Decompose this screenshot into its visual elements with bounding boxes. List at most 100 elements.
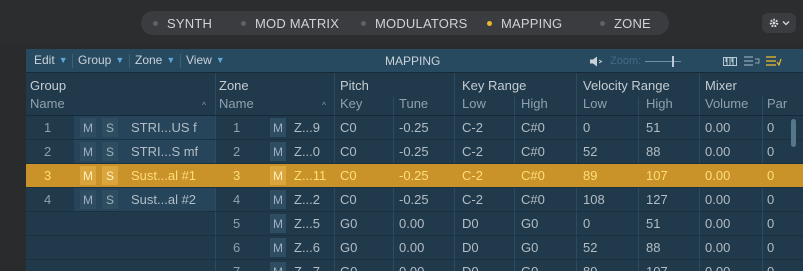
high-key-header[interactable]: High [521,96,548,111]
zone-number-cell[interactable]: 7 [233,264,240,271]
tune-cell[interactable]: -0.25 [399,168,429,183]
key-high-cell[interactable]: G0 [521,216,538,231]
tab-modulators[interactable]: MODULATORS [343,11,469,35]
root-key-cell[interactable]: G0 [340,240,357,255]
velocity-low-cell[interactable]: 0 [583,120,590,135]
zone-column-header[interactable]: Zone [219,78,249,93]
velocity-low-cell[interactable]: 108 [583,192,605,207]
pan-cell[interactable]: 0 [767,192,774,207]
zone-name-cell[interactable]: Z...2 [294,192,320,207]
edit-menu[interactable]: Edit ▼ [34,53,68,67]
key-low-cell[interactable]: D0 [462,216,479,231]
pan-cell[interactable]: 0 [767,144,774,159]
pitch-column-header[interactable]: Pitch [340,78,369,93]
pan-cell[interactable]: 0 [767,168,774,183]
group-name-cell[interactable]: STRI...S mf [131,144,198,159]
settings-menu-button[interactable] [762,13,796,33]
zone-name-cell[interactable]: Z...7 [294,264,320,271]
tab-synth[interactable]: SYNTH [141,11,231,35]
velocity-high-cell[interactable]: 51 [646,120,660,135]
zone-mute-button[interactable]: M [270,166,286,185]
zone-number-cell[interactable]: 2 [233,144,240,159]
velocity-range-column-header[interactable]: Velocity Range [583,78,670,93]
group-number-cell[interactable]: 4 [44,192,51,207]
table-row[interactable]: M S M 3 Sust...al #1 3 Z...11 C0 -0.25 C-2 C#0 89 10… [26,164,803,188]
table-row[interactable]: M S M 4 Sust...al #2 4 Z...2 C0 -0.25 C-2 C#0 108 12… [26,188,803,212]
velocity-low-cell[interactable]: 52 [583,144,597,159]
view-menu[interactable]: View ▼ [186,53,225,67]
root-key-cell[interactable]: C0 [340,144,357,159]
zone-menu[interactable]: Zone ▼ [135,53,175,67]
velocity-high-cell[interactable]: 107 [646,168,668,183]
zone-name-cell[interactable]: Z...5 [294,216,320,231]
volume-cell[interactable]: 0.00 [705,144,730,159]
group-mute-button[interactable]: M [80,118,96,137]
key-high-cell[interactable]: C#0 [521,120,545,135]
velocity-high-cell[interactable]: 88 [646,240,660,255]
zone-number-cell[interactable]: 5 [233,216,240,231]
key-low-cell[interactable]: D0 [462,240,479,255]
key-range-column-header[interactable]: Key Range [462,78,526,93]
table-row[interactable]: M S M 2 STRI...S mf 2 Z...0 C0 -0.25 C-2 C#0 52 88 0.… [26,140,803,164]
tune-cell[interactable]: 0.00 [399,240,424,255]
low-key-header[interactable]: Low [462,96,486,111]
tune-cell[interactable]: -0.25 [399,192,429,207]
key-low-cell[interactable]: C-2 [462,192,483,207]
key-high-cell[interactable]: C#0 [521,168,545,183]
tune-cell[interactable]: 0.00 [399,216,424,231]
table-row[interactable]: M S M 1 STRI...US f 1 Z...9 C0 -0.25 C-2 C#0 0 51 0.0… [26,116,803,140]
group-solo-button[interactable]: S [102,142,118,161]
tab-mapping[interactable]: MAPPING [469,11,584,35]
zone-number-cell[interactable]: 1 [233,120,240,135]
volume-header[interactable]: Volume [705,96,748,111]
pan-cell[interactable]: 0 [767,264,774,271]
zone-name-header[interactable]: Name [219,96,254,111]
pan-cell[interactable]: 0 [767,120,774,135]
pan-cell[interactable]: 0 [767,216,774,231]
root-key-cell[interactable]: G0 [340,216,357,231]
zone-mute-button[interactable]: M [270,214,286,233]
group-mute-button[interactable]: M [80,142,96,161]
key-header[interactable]: Key [340,96,362,111]
velocity-high-cell[interactable]: 107 [646,264,668,271]
volume-cell[interactable]: 0.00 [705,264,730,271]
table-row[interactable]: M 7 Z...7 G0 0.00 D0 G0 89 107 0.00 0 [26,260,803,271]
low-velocity-header[interactable]: Low [583,96,607,111]
group-mute-button[interactable]: M [80,190,96,209]
tune-cell[interactable]: 0.00 [399,264,424,271]
velocity-low-cell[interactable]: 0 [583,216,590,231]
zoom-slider-track[interactable] [645,61,681,62]
velocity-high-cell[interactable]: 88 [646,144,660,159]
group-name-header[interactable]: Name [30,96,65,111]
key-low-cell[interactable]: C-2 [462,120,483,135]
key-low-cell[interactable]: C-2 [462,144,483,159]
key-high-cell[interactable]: G0 [521,240,538,255]
volume-cell[interactable]: 0.00 [705,192,730,207]
zone-name-cell[interactable]: Z...6 [294,240,320,255]
tab-zone[interactable]: ZONE [584,11,669,35]
group-name-cell[interactable]: STRI...US f [131,120,197,135]
group-number-cell[interactable]: 2 [44,144,51,159]
root-key-cell[interactable]: C0 [340,168,357,183]
volume-cell[interactable]: 0.00 [705,168,730,183]
tab-mod-matrix[interactable]: MOD MATRIX [231,11,343,35]
zone-number-cell[interactable]: 6 [233,240,240,255]
zone-name-cell[interactable]: Z...0 [294,144,320,159]
key-high-cell[interactable]: C#0 [521,192,545,207]
velocity-low-cell[interactable]: 52 [583,240,597,255]
group-number-cell[interactable]: 1 [44,120,51,135]
group-number-cell[interactable]: 3 [44,168,51,183]
zone-name-cell[interactable]: Z...9 [294,120,320,135]
zone-mute-button[interactable]: M [270,238,286,257]
group-solo-button[interactable]: S [102,190,118,209]
velocity-low-cell[interactable]: 89 [583,168,597,183]
key-low-cell[interactable]: C-2 [462,168,483,183]
high-velocity-header[interactable]: High [646,96,673,111]
group-solo-button[interactable]: S [102,166,118,185]
velocity-low-cell[interactable]: 89 [583,264,597,271]
vertical-scrollbar[interactable] [791,119,796,147]
speaker-icon[interactable] [589,56,603,67]
group-mute-button[interactable]: M [80,166,96,185]
root-key-cell[interactable]: C0 [340,192,357,207]
velocity-high-cell[interactable]: 127 [646,192,668,207]
